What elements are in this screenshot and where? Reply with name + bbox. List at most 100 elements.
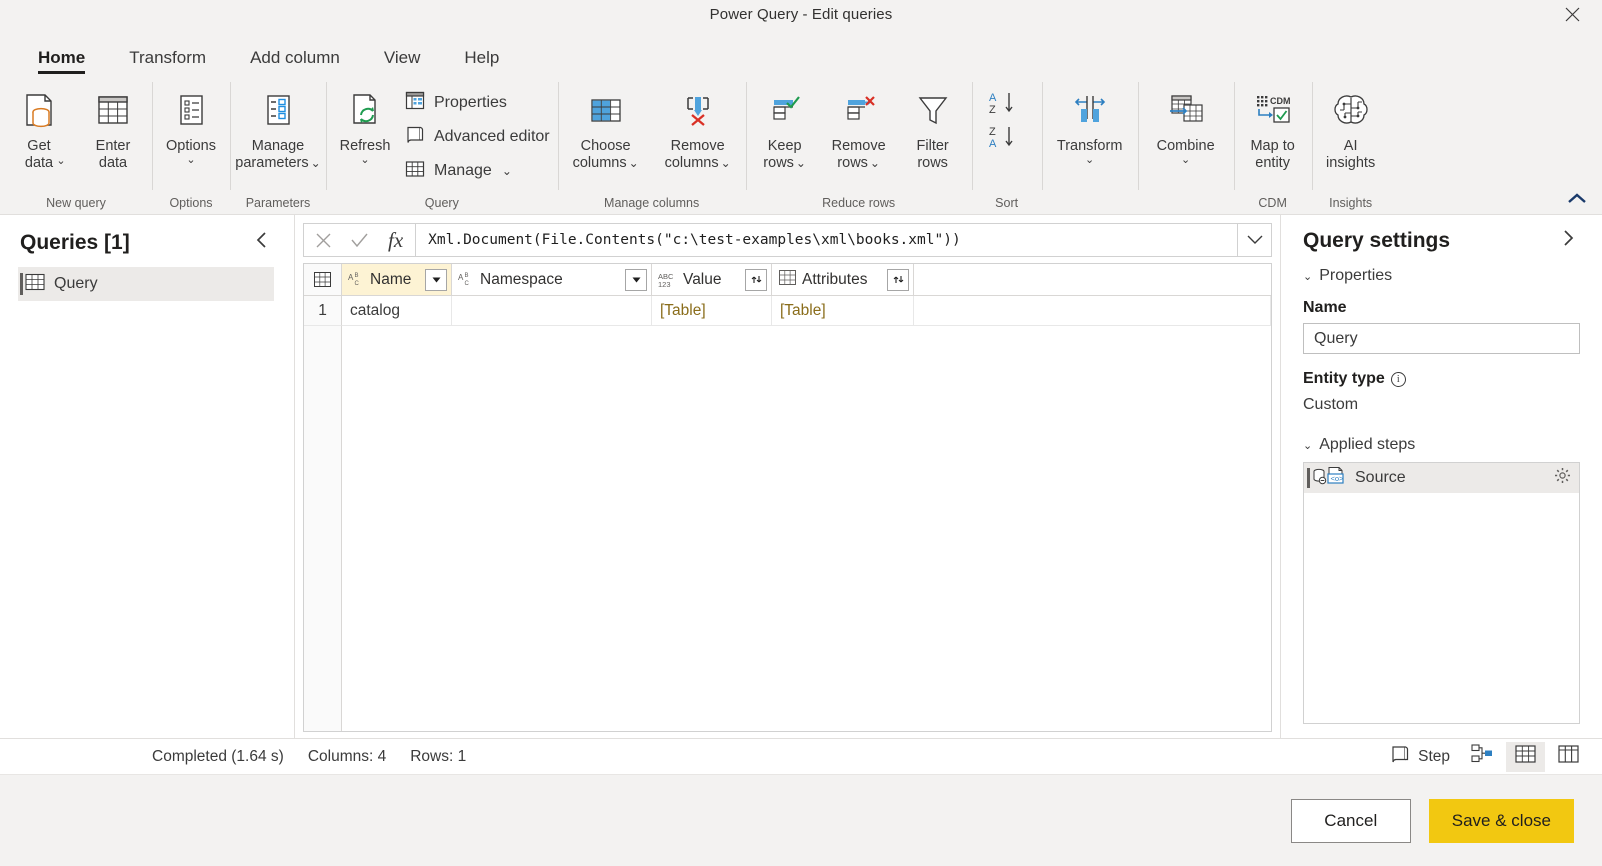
window-title: Power Query - Edit queries bbox=[709, 5, 893, 23]
collapse-left-pane-icon[interactable] bbox=[248, 231, 276, 255]
advanced-editor-icon bbox=[404, 124, 426, 151]
entity-type-value: Custom bbox=[1303, 396, 1359, 413]
ribbon-group-label bbox=[1140, 192, 1232, 214]
transform-button[interactable]: Transform ⌄ bbox=[1044, 82, 1136, 166]
ribbon-group-label: New query bbox=[46, 196, 106, 210]
filter-rows-button[interactable]: Filter rows bbox=[896, 82, 970, 172]
remove-columns-icon bbox=[676, 86, 720, 136]
schema-columns-icon bbox=[1557, 744, 1580, 769]
ai-insights-label: AI insights bbox=[1326, 138, 1376, 171]
cell-namespace[interactable] bbox=[452, 296, 652, 326]
step-scroll-icon bbox=[1389, 743, 1411, 770]
formula-accept-icon[interactable] bbox=[346, 227, 372, 253]
sort-descending-button[interactable]: Z A bbox=[974, 120, 1040, 154]
chevron-down-icon: ⌄ bbox=[1303, 270, 1313, 283]
tab-home[interactable]: Home bbox=[16, 49, 107, 74]
step-view-button[interactable]: Step bbox=[1381, 742, 1458, 772]
grid-column-header-value[interactable]: ABC 123 Value bbox=[652, 264, 772, 296]
ribbon-group-cdm: CDM Map to entity CDM bbox=[1233, 74, 1312, 214]
formula-cancel-icon[interactable] bbox=[310, 227, 336, 253]
manage-parameters-icon bbox=[256, 86, 300, 136]
column-expand-icon[interactable] bbox=[887, 268, 909, 291]
tab-view[interactable]: View bbox=[362, 49, 443, 74]
ribbon-group-label: Options bbox=[169, 196, 213, 210]
query-settings-pane: Query settings ⌄ Properties Name Query E… bbox=[1280, 215, 1602, 738]
manage-parameters-button[interactable]: Manage parameters ⌄ bbox=[232, 82, 324, 172]
formula-bar-tools: fx bbox=[303, 223, 417, 257]
ribbon-collapse-icon[interactable] bbox=[1566, 190, 1588, 208]
query-list-item-label: Query bbox=[54, 275, 98, 292]
advanced-editor-button[interactable]: Advanced editor bbox=[402, 120, 556, 154]
svg-text:A: A bbox=[989, 138, 997, 150]
properties-section-header[interactable]: ⌄ Properties bbox=[1303, 267, 1580, 285]
cell-value[interactable]: [Table] bbox=[652, 296, 772, 326]
ribbon-group-sort: A Z Z A Sort bbox=[971, 74, 1042, 214]
data-view-button[interactable] bbox=[1506, 741, 1545, 772]
choose-columns-button[interactable]: Choose columns ⌄ bbox=[560, 82, 652, 172]
ribbon-group-combine: Combine ⌄ bbox=[1137, 74, 1234, 214]
svg-text:C: C bbox=[465, 281, 470, 287]
svg-text:<o>: <o> bbox=[1331, 474, 1345, 483]
close-icon[interactable] bbox=[1552, 0, 1592, 28]
grid-column-header-attributes[interactable]: Attributes bbox=[772, 264, 914, 296]
combine-button[interactable]: Combine ⌄ bbox=[1140, 82, 1232, 166]
cell-name[interactable]: catalog bbox=[342, 296, 452, 326]
chevron-down-icon: ⌄ bbox=[1181, 154, 1191, 166]
grid-column-header-namespace[interactable]: A B C Namespace bbox=[452, 264, 652, 296]
keep-rows-button[interactable]: Keep rows ⌄ bbox=[748, 82, 822, 172]
options-label: Options bbox=[166, 138, 216, 154]
applied-steps-list: <o> Source bbox=[1303, 462, 1580, 724]
column-filter-dropdown-icon[interactable] bbox=[625, 268, 647, 291]
status-completed: Completed (1.64 s) bbox=[152, 747, 284, 765]
cell-attributes[interactable]: [Table] bbox=[772, 296, 914, 326]
applied-steps-section-header[interactable]: ⌄ Applied steps bbox=[1303, 436, 1580, 454]
formula-expand-icon[interactable] bbox=[1238, 223, 1272, 257]
manage-icon bbox=[404, 158, 426, 185]
ai-insights-button[interactable]: AI insights bbox=[1314, 82, 1388, 172]
formula-input[interactable]: Xml.Document(File.Contents("c:\test-exam… bbox=[416, 223, 1238, 257]
diagram-view-button[interactable] bbox=[1462, 742, 1502, 772]
grid-column-header-name[interactable]: A B C Name bbox=[342, 264, 452, 296]
tab-add-column[interactable]: Add column bbox=[228, 49, 362, 74]
remove-columns-button[interactable]: Remove columns ⌄ bbox=[652, 82, 744, 172]
step-view-label: Step bbox=[1418, 747, 1450, 765]
query-list-item[interactable]: Query bbox=[18, 267, 274, 301]
sort-ascending-button[interactable]: A Z bbox=[974, 86, 1040, 120]
remove-rows-button[interactable]: Remove rows ⌄ bbox=[822, 82, 896, 172]
ribbon-group-label: Insights bbox=[1329, 196, 1373, 210]
applied-step-source[interactable]: <o> Source bbox=[1304, 463, 1579, 493]
manage-button[interactable]: Manage ⌄ bbox=[402, 154, 556, 188]
ribbon-group-query: Refresh ⌄ Properties Advanced editor Man… bbox=[326, 74, 558, 214]
column-filter-dropdown-icon[interactable] bbox=[425, 268, 447, 291]
filter-rows-label: Filter rows bbox=[916, 138, 949, 171]
table-row[interactable]: 1 catalog [Table] [Table] bbox=[304, 296, 1271, 326]
chevron-down-icon: ⌄ bbox=[186, 154, 196, 166]
queries-title: Queries [1] bbox=[20, 231, 130, 254]
svg-text:C: C bbox=[355, 281, 360, 287]
advanced-editor-label: Advanced editor bbox=[434, 128, 550, 145]
combine-label: Combine bbox=[1156, 138, 1215, 154]
grid-select-all-icon[interactable] bbox=[304, 264, 342, 296]
svg-text:123: 123 bbox=[658, 280, 671, 289]
name-field-label: Name bbox=[1303, 299, 1347, 316]
column-expand-icon[interactable] bbox=[745, 268, 767, 291]
options-button[interactable]: Options ⌄ bbox=[154, 82, 228, 166]
cancel-button[interactable]: Cancel bbox=[1290, 798, 1411, 843]
gear-icon[interactable] bbox=[1554, 467, 1571, 489]
properties-button[interactable]: Properties bbox=[402, 86, 556, 120]
ribbon-group-label: Reduce rows bbox=[822, 196, 896, 210]
schema-view-button[interactable] bbox=[1549, 742, 1588, 772]
enter-data-button[interactable]: Enter data bbox=[76, 82, 150, 172]
info-icon[interactable]: i bbox=[1390, 371, 1406, 387]
tab-transform[interactable]: Transform bbox=[107, 49, 228, 74]
refresh-button[interactable]: Refresh ⌄ bbox=[328, 82, 402, 166]
ribbon-group-label bbox=[1044, 192, 1136, 214]
choose-columns-icon bbox=[584, 86, 628, 136]
editor-body: Queries [1] Query fx Xml.Document(File.C… bbox=[0, 215, 1602, 738]
query-name-input[interactable]: Query bbox=[1303, 323, 1580, 354]
get-data-button[interactable]: Get data ⌄ bbox=[2, 82, 76, 171]
map-to-entity-button[interactable]: CDM Map to entity bbox=[1236, 82, 1310, 172]
collapse-right-pane-icon[interactable] bbox=[1556, 229, 1580, 253]
tab-help[interactable]: Help bbox=[442, 49, 521, 74]
save-and-close-button[interactable]: Save & close bbox=[1428, 798, 1574, 843]
